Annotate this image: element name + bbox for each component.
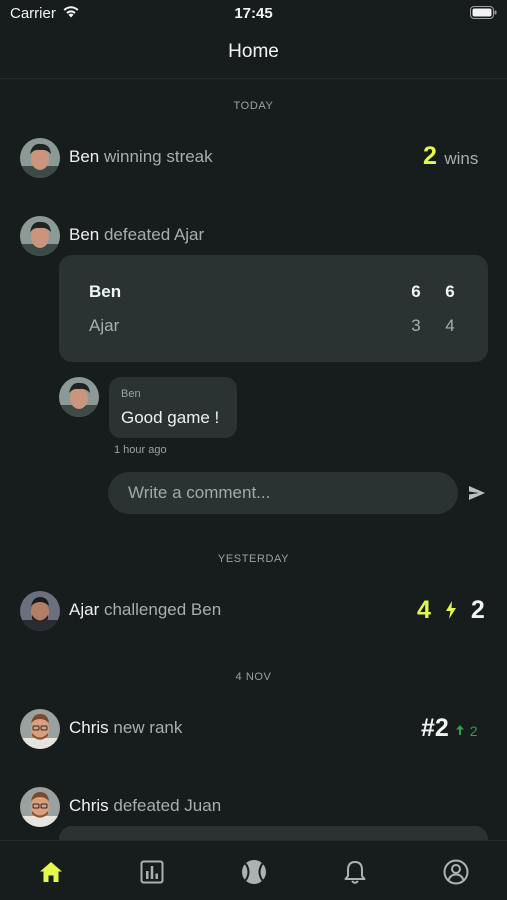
challenge-feed-text: Ajar challenged Ben [69, 600, 222, 619]
player-name-ben[interactable]: Ben [69, 147, 99, 166]
loser-set-1: 3 [411, 316, 421, 335]
loser-name: Ajar [89, 316, 120, 335]
avatar-chris[interactable] [20, 787, 60, 827]
date-separator-today: TODAY [233, 100, 274, 112]
stats-icon[interactable] [138, 858, 166, 886]
date-separator-4-nov: 4 NOV [235, 671, 272, 683]
challenge-left-score: 4 [417, 596, 431, 624]
score-row-loser: Ajar 3 4 [89, 316, 459, 336]
winner-set-1: 6 [411, 282, 421, 301]
tab-bar [0, 840, 507, 900]
nav-header: Home [0, 28, 507, 79]
streak-stat: 2 wins [423, 142, 478, 171]
date-separator-yesterday: YESTERDAY [217, 553, 290, 565]
player-name-ben[interactable]: Ben [69, 225, 99, 244]
streak-unit: wins [444, 149, 479, 168]
rank-value: #2 [421, 714, 449, 742]
player-name-chris[interactable]: Chris [69, 796, 109, 815]
send-icon[interactable] [467, 483, 487, 503]
streak-count: 2 [423, 142, 437, 170]
comment-avatar-ben[interactable] [59, 377, 99, 417]
score-card[interactable]: Ben 6 6 Ajar 3 4 [59, 255, 488, 362]
comment-text: Good game ! [121, 408, 220, 427]
avatar-ajar[interactable] [20, 591, 60, 631]
page-title: Home [228, 41, 279, 62]
challenge-stat: 4 2 [417, 596, 485, 625]
loser-set-2: 4 [445, 316, 455, 335]
winner-name: Ben [89, 282, 122, 301]
status-bar: Carrier 17:45 [0, 0, 507, 28]
comment-timestamp: 1 hour ago [114, 444, 167, 456]
comment-author: Ben [121, 388, 141, 400]
challenge-right-score: 2 [470, 596, 485, 624]
bell-icon[interactable] [341, 858, 369, 886]
match2-feed-text: Chris defeated Juan [69, 796, 222, 815]
home-icon[interactable] [37, 858, 65, 886]
comment-input[interactable] [108, 472, 458, 514]
avatar-ben[interactable] [20, 216, 60, 256]
winner-set-2: 6 [445, 282, 455, 301]
comment-bubble: Ben Good game ! [109, 377, 237, 438]
lightning-icon [445, 601, 456, 619]
avatar-ben[interactable] [20, 138, 60, 178]
tennis-ball-icon[interactable] [240, 858, 268, 886]
streak-feed-text: Ben winning streak [69, 147, 213, 166]
profile-icon[interactable] [442, 858, 470, 886]
score-row-winner: Ben 6 6 [89, 282, 459, 302]
rank-feed-text: Chris new rank [69, 718, 183, 737]
player-name-ajar[interactable]: Ajar [174, 225, 204, 244]
avatar-chris[interactable] [20, 709, 60, 749]
arrow-up-icon [456, 725, 465, 735]
battery-icon [470, 6, 497, 19]
match-feed-text: Ben defeated Ajar [69, 225, 205, 244]
player-name-ajar[interactable]: Ajar [69, 600, 99, 619]
rank-stat: #2 2 [421, 714, 478, 743]
player-name-chris[interactable]: Chris [69, 718, 109, 737]
status-time: 17:45 [234, 5, 273, 22]
rank-delta: 2 [469, 723, 478, 739]
